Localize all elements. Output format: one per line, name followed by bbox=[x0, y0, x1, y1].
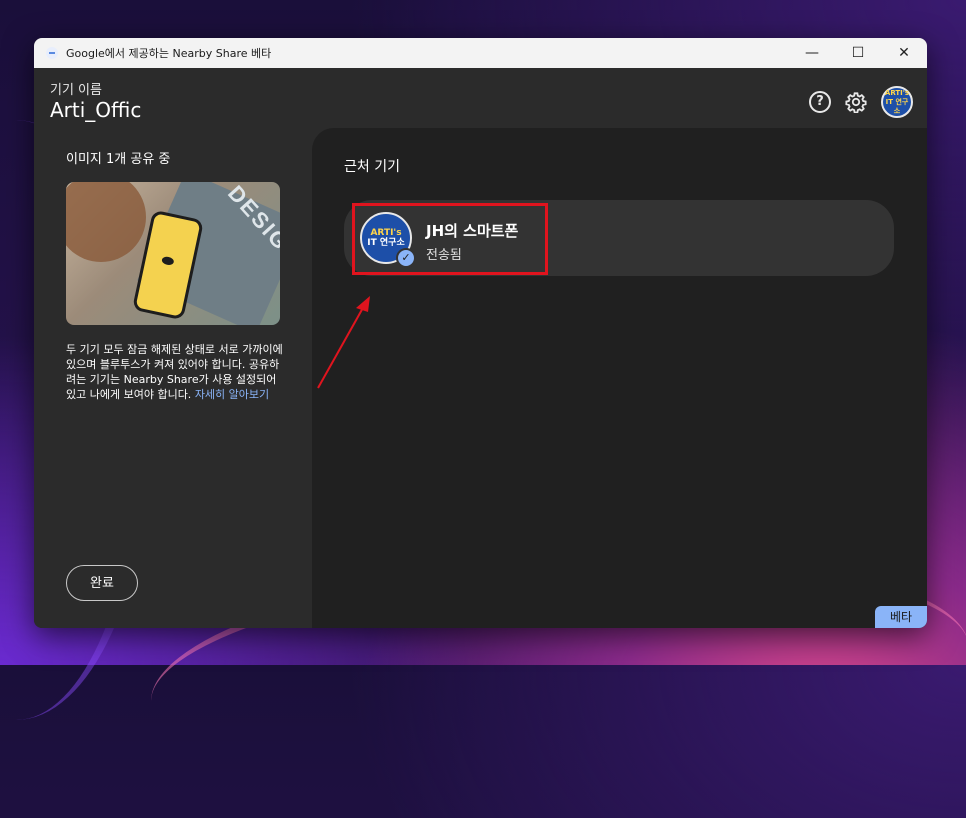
close-button[interactable]: ✕ bbox=[881, 38, 927, 68]
avatar-text-line2: IT 연구소 bbox=[885, 97, 909, 115]
done-button[interactable]: 완료 bbox=[66, 565, 138, 601]
shared-image-preview: DESIGN bbox=[66, 182, 280, 325]
device-avatar-line1: ARTI's bbox=[370, 228, 402, 238]
window-title: Google에서 제공하는 Nearby Share 베타 bbox=[66, 47, 272, 60]
header-actions: ? ARTI's IT 연구소 bbox=[809, 86, 913, 118]
app-header: 기기 이름 Arti_Offic ? ARTI's IT 연구소 bbox=[34, 68, 927, 128]
beta-badge: 베타 bbox=[875, 606, 927, 628]
title-bar: Google에서 제공하는 Nearby Share 베타 — ☐ ✕ bbox=[34, 38, 927, 68]
requirements-text: 두 기기 모두 잠금 해제된 상태로 서로 가까이에 있으며 블루투스가 켜져 … bbox=[66, 342, 288, 402]
share-title: 이미지 1개 공유 중 bbox=[66, 152, 171, 167]
account-avatar[interactable]: ARTI's IT 연구소 bbox=[881, 86, 913, 118]
check-icon: ✓ bbox=[396, 248, 416, 268]
nearby-share-window: Google에서 제공하는 Nearby Share 베타 — ☐ ✕ 기기 이… bbox=[34, 38, 927, 628]
nearby-device-card[interactable]: ARTI's IT 연구소 ✓ JH의 스마트폰 전송됨 bbox=[344, 200, 894, 276]
preview-plant bbox=[66, 182, 146, 262]
help-icon[interactable]: ? bbox=[809, 91, 831, 113]
gear-icon[interactable] bbox=[845, 91, 867, 113]
device-name-label: 기기 이름 bbox=[50, 83, 102, 98]
avatar-text-line1: ARTI's bbox=[884, 88, 910, 97]
right-panel: 근처 기기 ARTI's IT 연구소 ✓ JH의 스마트폰 전송됨 베타 bbox=[312, 128, 927, 628]
device-avatar-line2: IT 연구소 bbox=[367, 238, 405, 248]
nearby-share-app-icon bbox=[46, 47, 58, 59]
maximize-button[interactable]: ☐ bbox=[835, 38, 881, 68]
minimize-button[interactable]: — bbox=[789, 38, 835, 68]
left-panel: 이미지 1개 공유 중 DESIGN 두 기기 모두 잠금 해제된 상태로 서로… bbox=[34, 128, 312, 628]
learn-more-link[interactable]: 자세히 알아보기 bbox=[195, 388, 269, 401]
transfer-status: 전송됨 bbox=[426, 248, 462, 263]
nearby-devices-title: 근처 기기 bbox=[344, 159, 400, 175]
device-name: Arti_Offic bbox=[50, 98, 142, 122]
device-name-text: JH의 스마트폰 bbox=[426, 222, 519, 240]
